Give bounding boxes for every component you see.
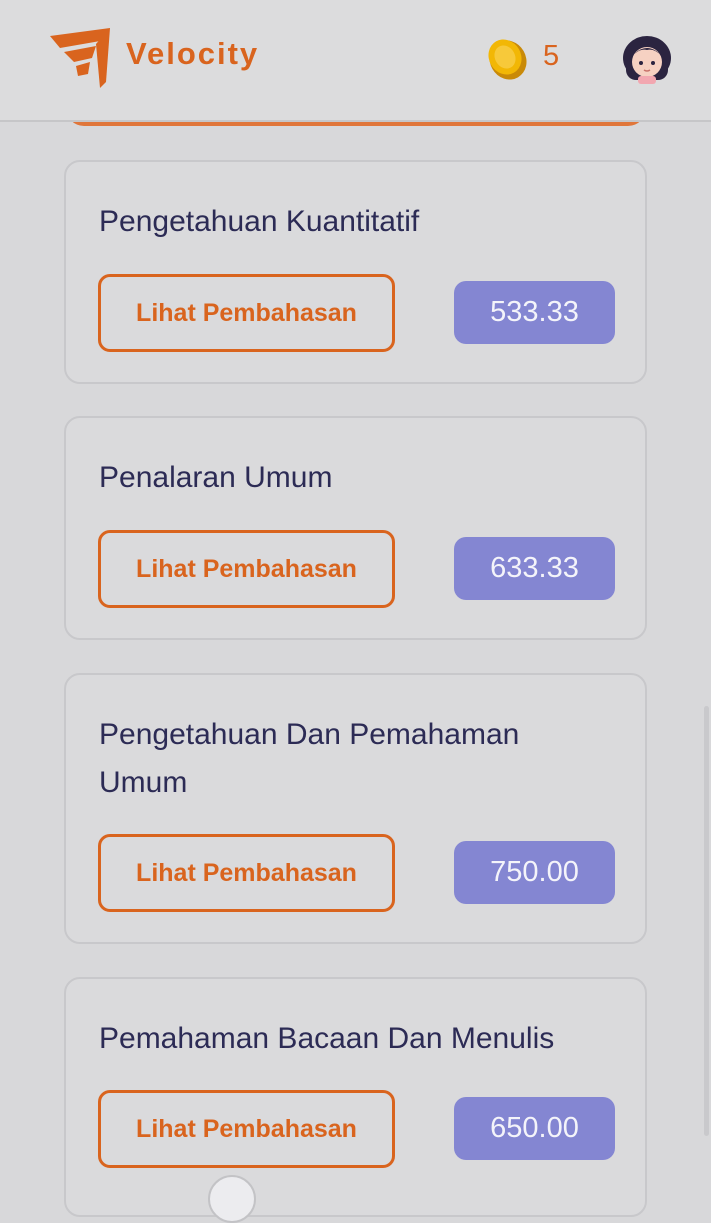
score-badge: 750.00: [454, 841, 615, 904]
view-explanation-button[interactable]: Lihat Pembahasan: [98, 530, 395, 608]
subtest-card: Pemahaman Bacaan Dan Menulis Lihat Pemba…: [64, 977, 647, 1217]
scroll-handle[interactable]: [208, 1175, 256, 1223]
scrollbar[interactable]: [704, 706, 709, 1136]
view-explanation-button[interactable]: Lihat Pembahasan: [98, 274, 395, 352]
subtest-card: Pengetahuan Dan Pemahaman Umum Lihat Pem…: [64, 673, 647, 944]
score-badge: 633.33: [454, 537, 615, 600]
subtest-title: Pengetahuan Dan Pemahaman Umum: [99, 718, 520, 799]
subtest-card: Pengetahuan Kuantitatif Lihat Pembahasan…: [64, 160, 647, 384]
subtest-title: Pengetahuan Kuantitatif: [99, 205, 420, 238]
coin-count: 5: [543, 40, 560, 72]
view-explanation-button[interactable]: Lihat Pembahasan: [98, 834, 395, 912]
app-header: Velocity 5: [0, 0, 711, 122]
brand-name[interactable]: Velocity: [126, 36, 259, 72]
coin-icon: [488, 39, 527, 80]
subtest-title: Pemahaman Bacaan Dan Menulis: [99, 1022, 555, 1055]
score-badge: 533.33: [454, 281, 615, 344]
subtest-card: Penalaran Umum Lihat Pembahasan 633.33: [64, 416, 647, 640]
user-avatar-icon[interactable]: [620, 34, 674, 84]
subtest-title: Penalaran Umum: [99, 461, 333, 494]
velocity-logo-icon[interactable]: [46, 26, 112, 90]
view-explanation-button[interactable]: Lihat Pembahasan: [98, 1090, 395, 1168]
score-badge: 650.00: [454, 1097, 615, 1160]
